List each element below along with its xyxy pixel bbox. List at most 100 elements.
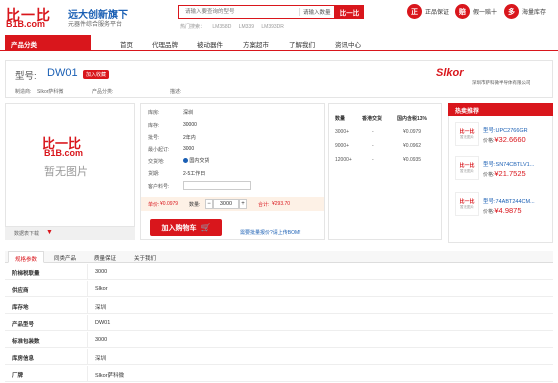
unit-price: ¥0.0979 xyxy=(160,201,179,207)
price-cell: - xyxy=(372,143,374,149)
total-label: 合计: xyxy=(258,202,270,208)
spec-key: 标准包装数 xyxy=(12,339,40,345)
customer-part-input[interactable] xyxy=(183,181,251,190)
add-to-cart-button[interactable]: 加入购物车 🛒 xyxy=(150,219,222,236)
info-label: 库房: xyxy=(148,110,160,116)
table-row: 产品型号 DW01 xyxy=(5,315,553,331)
search-button[interactable]: 比一比 xyxy=(335,5,364,19)
info-value: 2年内 xyxy=(183,135,196,141)
spec-value: DW01 xyxy=(95,320,111,326)
price-cell: 12000+ xyxy=(335,157,352,163)
spec-value: Slkor xyxy=(95,286,108,292)
hot-searches-label: 热门搜索： xyxy=(180,24,206,30)
table-row: 库存地 深圳 xyxy=(5,298,553,314)
nav-item-about[interactable]: 了解我们 xyxy=(289,39,315,49)
info-value: 2-5工作日 xyxy=(183,171,206,177)
model-label: 型号: xyxy=(15,71,37,82)
nav-category-button[interactable]: 产品分类 xyxy=(5,35,91,51)
stock-icon: 多 xyxy=(504,4,519,19)
nav-item-solutions[interactable]: 方案超市 xyxy=(243,39,269,49)
nav-item-passive[interactable]: 被动器件 xyxy=(197,39,223,49)
brand-logo[interactable]: Slkor xyxy=(436,67,464,79)
hot-product-thumb[interactable]: 比一比 暂无图片 xyxy=(455,156,479,180)
spec-value: Slkor萨科微 xyxy=(95,373,125,379)
promise-stock: 多 海量库存 xyxy=(504,4,546,19)
nav-item-brands[interactable]: 代理品牌 xyxy=(152,39,178,49)
radio-icon[interactable] xyxy=(183,158,188,164)
unit-price-label: 单价: xyxy=(148,202,160,208)
tab-similar[interactable]: 同类产品 xyxy=(48,251,82,263)
hot-product-model[interactable]: 型号:SN74CBTLV1... xyxy=(483,160,534,168)
info-value: 深圳 xyxy=(183,110,194,116)
qty-plus-button[interactable]: + xyxy=(239,199,247,209)
hot-search-link[interactable]: LM339 xyxy=(239,24,254,30)
spec-key: 库房信息 xyxy=(12,356,35,362)
price-cell: ¥0.0979 xyxy=(403,129,422,135)
add-to-cart-label: 加入购物车 xyxy=(161,224,197,232)
hot-product-thumb[interactable]: 比一比 暂无图片 xyxy=(455,122,479,146)
promise-label: 假一赔十 xyxy=(473,10,498,16)
hot-product-price: 价格:¥32.6660 xyxy=(483,135,526,144)
hot-search-link[interactable]: LM358D xyxy=(212,24,231,30)
genuine-icon: 正 xyxy=(407,4,422,19)
table-row: 厂牌 Slkor萨科微 xyxy=(5,366,553,382)
search-input[interactable] xyxy=(179,6,297,18)
logo-domain[interactable]: B1B.com xyxy=(6,19,45,29)
table-row: 标准包装数 3000 xyxy=(5,332,553,348)
qty-minus-button[interactable]: − xyxy=(205,199,213,209)
qty-input[interactable]: 3000 xyxy=(213,199,239,209)
favorite-button[interactable]: 加入收藏 xyxy=(83,70,110,79)
cart-icon: 🛒 xyxy=(200,223,211,232)
price-cell: 9000+ xyxy=(335,143,350,149)
hot-product-model[interactable]: 型号:74ABT244CM... xyxy=(483,197,535,205)
tab-about[interactable]: 关于我们 xyxy=(128,251,162,263)
manufacturer-value[interactable]: Slkor萨科微 xyxy=(37,88,63,95)
delivery-radio[interactable]: 国内交货 xyxy=(183,157,209,164)
tab-quality[interactable]: 质量保证 xyxy=(88,251,122,263)
search-qty-input[interactable]: 请输入数量 xyxy=(299,8,331,16)
spec-key: 产品型号 xyxy=(12,322,35,328)
spec-key: 阶梯税联量 xyxy=(12,271,40,277)
spec-value: 3000 xyxy=(95,269,108,275)
model-number: DW01 xyxy=(47,67,78,79)
no-image-text: 暂无图片 xyxy=(44,166,88,178)
info-label: 客户料号: xyxy=(148,184,170,190)
search-box: 请输入数量 xyxy=(178,5,335,19)
price-tier-panel xyxy=(328,103,442,240)
spec-key: 库存地 xyxy=(12,305,29,311)
promise-genuine: 正 正品保证 xyxy=(407,4,449,19)
price-header: 数量 xyxy=(335,116,346,122)
price-cell: - xyxy=(372,129,374,135)
datasheet-download-link[interactable]: 数据表下载 xyxy=(14,230,39,237)
qty-label: 数量: xyxy=(189,202,201,208)
tab-specs[interactable]: 规格参数 xyxy=(8,251,45,263)
hot-product-thumb[interactable]: 比一比 暂无图片 xyxy=(455,192,479,216)
info-label: 批号: xyxy=(148,135,160,141)
category-label: 产品分类: xyxy=(92,89,114,95)
spec-value: 深圳 xyxy=(95,305,107,311)
price-cell: 3000+ xyxy=(335,129,350,135)
spec-key: 厂牌 xyxy=(12,373,24,379)
total-price: ¥293.70 xyxy=(272,201,291,207)
nav-item-home[interactable]: 首页 xyxy=(120,39,133,49)
promise-label: 正品保证 xyxy=(425,10,450,16)
info-label: 最小起订: xyxy=(148,147,170,153)
compensation-icon: 赔 xyxy=(455,4,470,19)
hot-product-model[interactable]: 型号:UPC2766GR xyxy=(483,126,528,134)
nav-item-news[interactable]: 资讯中心 xyxy=(335,39,361,49)
description-label: 描述: xyxy=(170,89,182,95)
promise-label: 海量库存 xyxy=(522,10,547,16)
subslogan: 元器件综合服务平台 xyxy=(68,22,123,28)
bom-upload-link[interactable]: 需要批量报价?请上传BOM! xyxy=(240,229,301,236)
pdf-icon[interactable]: ▼ xyxy=(46,229,53,236)
info-value: 30000 xyxy=(183,122,197,128)
table-row: 库房信息 深圳 xyxy=(5,349,553,365)
info-label: 库存: xyxy=(148,123,160,129)
info-label: 交货地: xyxy=(148,159,165,165)
manufacturer-label: 制造商: xyxy=(15,89,32,95)
spec-key: 供应商 xyxy=(12,288,29,294)
price-cell: - xyxy=(372,157,374,163)
price-cell: ¥0.0962 xyxy=(403,143,422,149)
placeholder-domain: B1B.com xyxy=(44,148,84,158)
hot-search-link[interactable]: LM393DR xyxy=(261,24,284,30)
